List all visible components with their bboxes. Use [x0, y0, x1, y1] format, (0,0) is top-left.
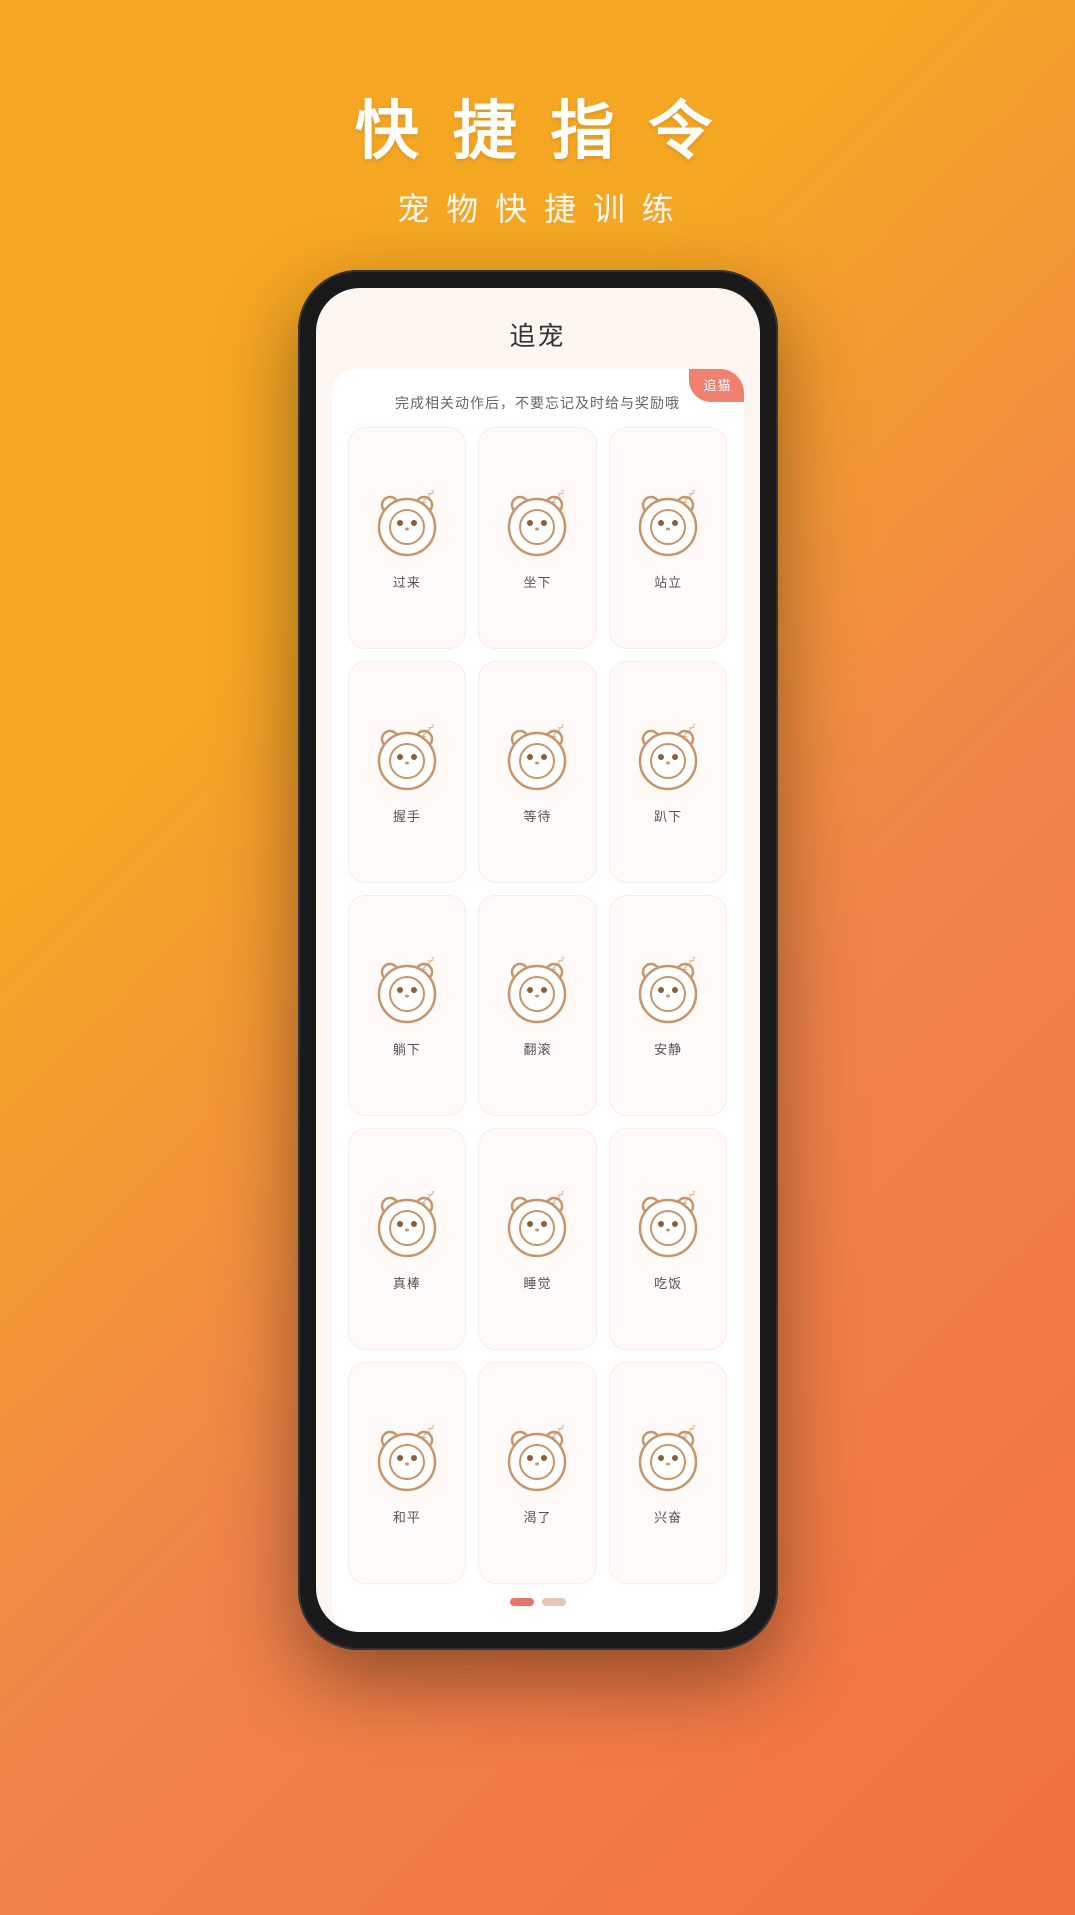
- notice-bar: 完成相关动作后，不要忘记及时给与奖励哦: [348, 385, 728, 427]
- svg-text:z: z: [691, 724, 695, 730]
- command-item[interactable]: z z z 翻滚: [478, 895, 597, 1117]
- item-label: 站立: [654, 572, 682, 591]
- pet-icon: z z z: [633, 723, 703, 798]
- svg-text:z: z: [430, 724, 434, 730]
- command-item[interactable]: z z z 真棒: [348, 1128, 467, 1350]
- svg-text:z: z: [691, 490, 695, 496]
- pagination: [348, 1584, 728, 1616]
- phone-screen: 追宠 追猫 完成相关动作后，不要忘记及时给与奖励哦 z z z 过来: [316, 288, 760, 1632]
- item-label: 和平: [393, 1507, 421, 1526]
- pet-icon: z z z: [372, 1190, 442, 1265]
- command-item[interactable]: z z z 站立: [609, 427, 728, 649]
- pet-icon: z z z: [372, 489, 442, 564]
- command-item[interactable]: z z z 等待: [478, 661, 597, 883]
- item-label: 躺下: [393, 1039, 421, 1058]
- screen-title: 追宠: [316, 288, 760, 369]
- command-item[interactable]: z z z 渴了: [478, 1362, 597, 1584]
- svg-text:z: z: [560, 1425, 564, 1431]
- item-label: 睡觉: [523, 1273, 551, 1292]
- command-item[interactable]: z z z 坐下: [478, 427, 597, 649]
- pet-icon: z z z: [372, 956, 442, 1031]
- svg-text:z: z: [560, 1191, 564, 1197]
- pet-icon: z z z: [372, 723, 442, 798]
- pet-icon: z z z: [633, 1424, 703, 1499]
- svg-text:z: z: [691, 957, 695, 963]
- sub-title: 宠 物 快 捷 训 练: [355, 184, 720, 230]
- pet-icon: z z z: [502, 489, 572, 564]
- command-item[interactable]: z z z 躺下: [348, 895, 467, 1117]
- item-label: 等待: [523, 806, 551, 825]
- commands-grid: z z z 过来 z z z 坐下: [348, 427, 728, 1584]
- pet-icon: z z z: [633, 1190, 703, 1265]
- svg-text:z: z: [560, 724, 564, 730]
- command-item[interactable]: z z z 睡觉: [478, 1128, 597, 1350]
- header-area: 快 捷 指 令 宠 物 快 捷 训 练: [355, 0, 720, 230]
- command-item[interactable]: z z z 和平: [348, 1362, 467, 1584]
- item-label: 吃饭: [654, 1273, 682, 1292]
- item-label: 握手: [393, 806, 421, 825]
- svg-text:z: z: [430, 1191, 434, 1197]
- tag-badge: 追猫: [689, 369, 743, 402]
- command-item[interactable]: z z z 安静: [609, 895, 728, 1117]
- item-label: 趴下: [654, 806, 682, 825]
- svg-text:z: z: [560, 957, 564, 963]
- item-label: 坐下: [523, 572, 551, 591]
- pet-icon: z z z: [633, 489, 703, 564]
- item-label: 翻滚: [523, 1039, 551, 1058]
- pagination-dot-2[interactable]: [542, 1598, 566, 1606]
- svg-text:z: z: [430, 957, 434, 963]
- pagination-dot-1[interactable]: [510, 1598, 534, 1606]
- item-label: 渴了: [523, 1507, 551, 1526]
- svg-text:z: z: [430, 490, 434, 496]
- pet-icon: z z z: [502, 1424, 572, 1499]
- main-title: 快 捷 指 令: [355, 80, 720, 172]
- svg-text:z: z: [430, 1425, 434, 1431]
- pet-icon: z z z: [633, 956, 703, 1031]
- phone-mockup: 追宠 追猫 完成相关动作后，不要忘记及时给与奖励哦 z z z 过来: [298, 270, 778, 1650]
- command-item[interactable]: z z z 过来: [348, 427, 467, 649]
- pet-icon: z z z: [372, 1424, 442, 1499]
- svg-text:z: z: [691, 1191, 695, 1197]
- content-card: 追猫 完成相关动作后，不要忘记及时给与奖励哦 z z z 过来: [332, 369, 744, 1632]
- svg-text:z: z: [691, 1425, 695, 1431]
- pet-icon: z z z: [502, 723, 572, 798]
- command-item[interactable]: z z z 趴下: [609, 661, 728, 883]
- item-label: 兴奋: [654, 1507, 682, 1526]
- command-item[interactable]: z z z 兴奋: [609, 1362, 728, 1584]
- pet-icon: z z z: [502, 956, 572, 1031]
- command-item[interactable]: z z z 吃饭: [609, 1128, 728, 1350]
- item-label: 安静: [654, 1039, 682, 1058]
- item-label: 过来: [393, 572, 421, 591]
- pet-icon: z z z: [502, 1190, 572, 1265]
- svg-text:z: z: [560, 490, 564, 496]
- command-item[interactable]: z z z 握手: [348, 661, 467, 883]
- item-label: 真棒: [393, 1273, 421, 1292]
